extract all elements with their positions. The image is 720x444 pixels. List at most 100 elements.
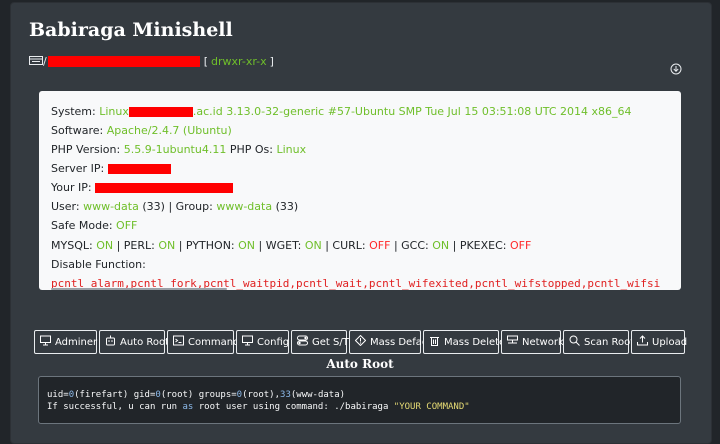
safe-mode-label: Safe Mode: [51,219,113,232]
php-version-label: PHP Version: [51,143,121,156]
groups-number-2: 33 [280,390,291,400]
path-bar: / [ drwxr-xr-x ] [29,52,277,70]
mysql-label: MYSQL: [51,239,93,252]
features-row: MYSQL: ON | PERL: ON | PYTHON: ON | WGET… [51,239,531,252]
download-icon[interactable] [670,60,682,75]
mass-deface-button[interactable]: Mass Deface [349,330,434,354]
server-ip-label: Server IP: [51,162,105,175]
perl-label: | PERL: [116,239,155,252]
output-line-2: If successful, u can run as root user us… [47,401,672,413]
adminer-button[interactable]: Adminer [34,330,97,354]
software-value: Apache/2.4.7 (Ubuntu) [106,124,232,137]
safe-mode-value: OFF [116,219,138,232]
network-label: Network [522,336,564,348]
uid-text: uid= [47,390,69,400]
php-os-label: PHP Os: [229,143,273,156]
search-icon [569,335,580,349]
command-label: Command [188,336,240,348]
perm-close-bracket: ] [269,54,274,68]
toggle-icon [297,335,308,349]
user-label: User: [51,200,80,213]
permissions: drwxr-xr-x [211,54,267,68]
gcc-status: ON [432,239,450,252]
config-label: Config [257,336,290,348]
perm-open-bracket: [ [203,54,209,68]
system-info-card: System: Linux .ac.id 3.13.0-32-generic #5… [39,91,681,290]
command-output: uid=0(firefart) gid=0(root) groups=0(roo… [38,376,681,424]
tools-toolbar: Adminer Auto Root Command Config Get S/T… [34,330,687,356]
pkexec-label: | PKEXEC: [452,239,507,252]
hint-string: "YOUR COMMAND" [393,402,470,412]
groups-text: (root) groups= [160,390,237,400]
redacted-server-ip [107,164,171,174]
adminer-label: Adminer [55,336,98,348]
php-version-value: 5.5.9-1ubuntu4.11 [123,143,227,156]
wget-label: | WGET: [258,239,302,252]
safe-mode-row: Safe Mode: OFF [51,219,137,232]
get-st-label: Get S/T [312,336,349,348]
gid-text: (firefart) gid= [74,390,156,400]
php-row: PHP Version: 5.5.9-1ubuntu4.11 PHP Os: L… [51,143,306,156]
system-row: System: Linux .ac.id 3.13.0-32-generic #5… [51,105,632,118]
page-title: Babiraga Minishell [29,19,233,41]
software-label: Software: [51,124,104,137]
network-button[interactable]: Network [501,330,564,354]
server-ip-row: Server IP: [51,162,171,175]
path-root-link[interactable]: / [43,55,47,68]
diamond-icon [354,334,367,349]
curl-status: OFF [369,239,391,252]
system-os: Linux [99,105,129,118]
wget-status: ON [304,239,322,252]
system-kernel: .ac.id 3.13.0-32-generic #57-Ubuntu SMP … [192,105,632,118]
config-button[interactable]: Config [236,330,289,354]
perl-status: ON [158,239,176,252]
mass-delete-label: Mass Delete [444,336,506,348]
get-st-button[interactable]: Get S/T [291,330,349,354]
trash-icon [429,335,440,349]
monitor-icon [242,335,253,349]
python-label: | PYTHON: [178,239,235,252]
system-label: System: [51,105,96,118]
your-ip-label: Your IP: [51,181,92,194]
hint-text: If successful, u can run [47,402,183,412]
redacted-path [47,55,200,67]
pkexec-status: OFF [510,239,532,252]
upload-label: Upload [652,336,688,348]
upload-icon [637,335,648,349]
hint-command: root user using command: ./babiraga [193,402,394,412]
upload-button[interactable]: Upload [631,330,688,354]
hint-keyword: as [182,402,194,412]
redacted-your-ip [95,183,234,193]
disable-function-row: Disable Function: [51,258,146,271]
gcc-label: | GCC: [393,239,429,252]
php-os-value: Linux [276,143,307,156]
mysql-status: ON [96,239,114,252]
terminal-icon [173,335,184,349]
your-ip-row: Your IP: [51,181,234,194]
scan-root-label: Scan Root [584,336,635,348]
monitor-icon [40,335,51,349]
auto-root-label: Auto Root [120,336,170,348]
group-value: www-data [216,200,273,213]
redacted-host [128,107,193,117]
auto-root-button[interactable]: Auto Root [99,330,169,354]
python-status: ON [238,239,256,252]
user-row: User: www-data (33) | Group: www-data (3… [51,200,298,213]
command-button[interactable]: Command [167,330,239,354]
folder-icon[interactable] [29,55,43,68]
groups-www-data: (www-data) [290,390,346,400]
user-value: www-data [83,200,139,213]
horizontal-scrollbar[interactable] [51,288,227,290]
network-icon [507,335,518,349]
groups-root: (root), [242,390,281,400]
scan-root-button[interactable]: Scan Root [563,330,634,354]
software-row: Software: Apache/2.4.7 (Ubuntu) [51,124,232,137]
group-label: | Group: [168,200,213,213]
mass-delete-button[interactable]: Mass Delete [423,330,505,354]
group-id: (33) [275,200,299,213]
curl-label: | CURL: [325,239,366,252]
disable-function-label: Disable Function: [51,258,146,271]
user-id: (33) [142,200,165,213]
output-line-1: uid=0(firefart) gid=0(root) groups=0(roo… [47,389,672,401]
robot-icon [105,335,116,349]
